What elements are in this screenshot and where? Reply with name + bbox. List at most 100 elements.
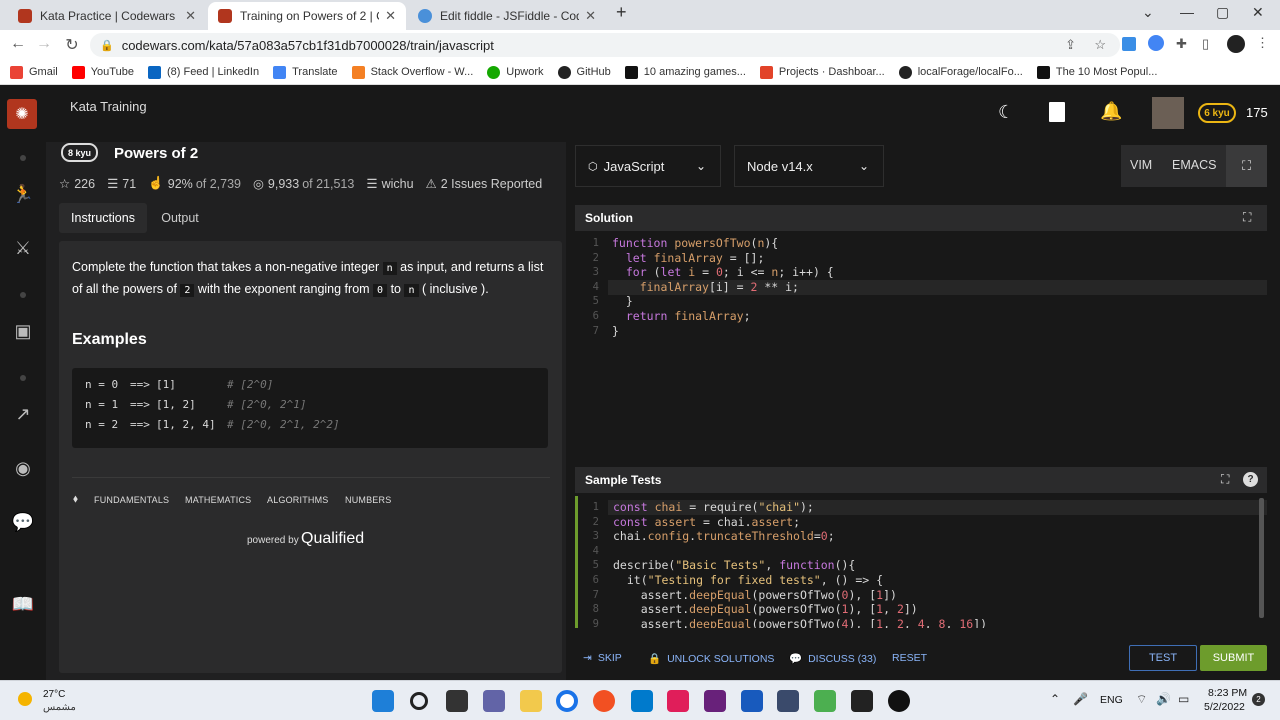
practice-icon[interactable]: ⚔: [0, 238, 46, 259]
forward-icon[interactable]: →: [30, 35, 58, 53]
briefcase-icon[interactable]: ▣: [0, 321, 46, 342]
leaderboard-icon[interactable]: ↗: [0, 404, 46, 425]
browser-tab-kata-practice[interactable]: Kata Practice | Codewars ✕: [8, 2, 206, 30]
docs-icon[interactable]: 📖: [0, 594, 46, 615]
bookmark-stackoverflow[interactable]: Stack Overflow - W...: [351, 65, 473, 79]
tag-numbers[interactable]: NUMBERS: [345, 495, 391, 505]
reset-button[interactable]: RESET: [892, 652, 927, 664]
slack-icon[interactable]: [667, 690, 689, 712]
sample-tests-editor[interactable]: 1 2 3 4 5 6 7 8 9 const chai = require("…: [575, 496, 1267, 628]
clock-date[interactable]: 5/2/2022: [1204, 701, 1245, 713]
reload-icon[interactable]: ↻: [58, 35, 86, 55]
help-icon[interactable]: ?: [1243, 472, 1258, 487]
weather-sun-icon[interactable]: [18, 692, 32, 706]
microphone-icon[interactable]: 🎤: [1073, 692, 1088, 706]
collections-icon[interactable]: ☰: [107, 176, 118, 191]
file-explorer-icon[interactable]: [520, 690, 542, 712]
bookmark-games[interactable]: 10 amazing games...: [624, 65, 746, 79]
search-icon[interactable]: [410, 692, 428, 710]
codewars-logo-icon[interactable]: ✺: [7, 99, 37, 129]
bookmark-youtube[interactable]: YouTube: [71, 65, 134, 79]
puzzle-icon[interactable]: ✚: [1176, 36, 1187, 52]
visual-studio-icon[interactable]: [704, 690, 726, 712]
test-button[interactable]: TEST: [1129, 645, 1197, 671]
training-icon[interactable]: 🏃: [0, 184, 46, 205]
app-icon[interactable]: [814, 690, 836, 712]
expand-solution-icon[interactable]: ⛶: [1243, 210, 1251, 225]
editor-scrollbar[interactable]: [1259, 498, 1264, 618]
star-icon[interactable]: ☆: [1094, 37, 1106, 53]
extension-new-icon[interactable]: [1148, 35, 1164, 51]
browser-tab-jsfiddle[interactable]: Edit fiddle - JSFiddle - Code Play ✕: [408, 2, 606, 30]
bookmark-gitlab[interactable]: Projects · Dashboar...: [759, 65, 885, 79]
bookmark-gmail[interactable]: Gmail: [10, 65, 58, 79]
chrome-icon[interactable]: [556, 690, 578, 712]
qualified-logo[interactable]: Qualified: [301, 530, 364, 548]
close-tab-icon[interactable]: ✕: [185, 8, 196, 24]
new-tab-icon[interactable]: +: [616, 2, 627, 23]
emacs-mode-button[interactable]: EMACS: [1172, 158, 1216, 172]
bookmark-localforage[interactable]: localForage/localFo...: [898, 65, 1023, 79]
language-indicator[interactable]: ENG: [1100, 694, 1123, 706]
notification-count-badge[interactable]: 2: [1252, 693, 1265, 706]
chat-icon[interactable]: 💬: [0, 512, 46, 533]
bookmark-linkedin[interactable]: (8) Feed | LinkedIn: [147, 65, 259, 79]
runtime-dropdown[interactable]: Node v14.x ⌄: [734, 145, 884, 187]
bookmark-translate[interactable]: Translate: [273, 65, 338, 79]
sidepanel-icon[interactable]: ▯: [1202, 36, 1209, 52]
dark-mode-icon[interactable]: ☾: [998, 102, 1014, 123]
solution-editor[interactable]: 1 2 3 4 5 6 7 function powersOfTwo(n){ l…: [575, 236, 1267, 456]
volume-icon[interactable]: 🔊: [1156, 692, 1171, 706]
fullscreen-icon[interactable]: ⛶: [1226, 145, 1267, 187]
teams-chat-icon[interactable]: [483, 690, 505, 712]
bookmark-github[interactable]: GitHub: [557, 65, 611, 79]
extension-icon[interactable]: [1122, 37, 1136, 51]
minimize-icon[interactable]: —: [1180, 4, 1194, 20]
bookmark-upwork[interactable]: Upwork: [487, 65, 544, 79]
discuss-button[interactable]: 💬 DISCUSS (33): [789, 652, 876, 666]
expand-tests-icon[interactable]: ⛶: [1221, 472, 1229, 487]
github-desktop-icon[interactable]: [888, 690, 910, 712]
tab-output[interactable]: Output: [152, 203, 208, 233]
url-field[interactable]: 🔒 codewars.com/kata/57a083a57cb1f31db700…: [90, 33, 1120, 57]
tag-fundamentals[interactable]: FUNDAMENTALS: [94, 495, 169, 505]
user-avatar[interactable]: [1152, 97, 1184, 129]
skip-button[interactable]: ⇥ SKIP: [583, 652, 622, 664]
tag-mathematics[interactable]: MATHEMATICS: [185, 495, 251, 505]
postman-icon[interactable]: [593, 690, 615, 712]
discord-icon[interactable]: ◉: [0, 458, 46, 479]
clock-time[interactable]: 8:23 PM: [1208, 687, 1247, 699]
submit-button[interactable]: SUBMIT: [1200, 645, 1267, 671]
notification-bell-icon[interactable]: 🔔: [1100, 101, 1122, 122]
language-dropdown[interactable]: ⬡ JavaScript ⌄: [575, 145, 721, 187]
close-tab-icon[interactable]: ✕: [585, 8, 596, 24]
sample-tests-header: Sample Tests: [575, 467, 1267, 493]
star-icon[interactable]: ☆: [59, 176, 70, 191]
tag-algorithms[interactable]: ALGORITHMS: [267, 495, 329, 505]
issues-link[interactable]: 2 Issues Reported: [441, 177, 542, 191]
app-icon[interactable]: [777, 690, 799, 712]
tab-search-icon[interactable]: ⌄: [1142, 4, 1154, 21]
share-icon[interactable]: ⇪: [1065, 37, 1076, 53]
unlock-solutions-button[interactable]: 🔒 UNLOCK SOLUTIONS: [648, 652, 774, 666]
wifi-icon[interactable]: ⌔: [1136, 692, 1147, 707]
vim-mode-button[interactable]: VIM: [1130, 158, 1152, 172]
vscode-icon[interactable]: [631, 690, 653, 712]
bookmark-kata-icon[interactable]: [1049, 102, 1065, 122]
profile-avatar[interactable]: [1227, 35, 1245, 53]
back-icon[interactable]: ←: [4, 35, 32, 53]
browser-tab-powers-of-2[interactable]: Training on Powers of 2 | Codewars ✕: [208, 2, 406, 30]
maximize-icon[interactable]: ▢: [1216, 4, 1229, 21]
kata-author-link[interactable]: wichu: [382, 177, 414, 191]
chevron-up-icon[interactable]: ⌃: [1050, 692, 1060, 706]
word-icon[interactable]: [741, 690, 763, 712]
bookmark-popular[interactable]: The 10 Most Popul...: [1036, 65, 1157, 79]
battery-icon[interactable]: ▭: [1178, 692, 1189, 706]
close-tab-icon[interactable]: ✕: [385, 8, 396, 24]
tab-instructions[interactable]: Instructions: [59, 203, 147, 233]
close-window-icon[interactable]: ✕: [1252, 4, 1264, 21]
task-view-icon[interactable]: [446, 690, 468, 712]
menu-icon[interactable]: ⋮: [1256, 35, 1269, 51]
app-icon[interactable]: [851, 690, 873, 712]
windows-start-icon[interactable]: [372, 690, 394, 712]
